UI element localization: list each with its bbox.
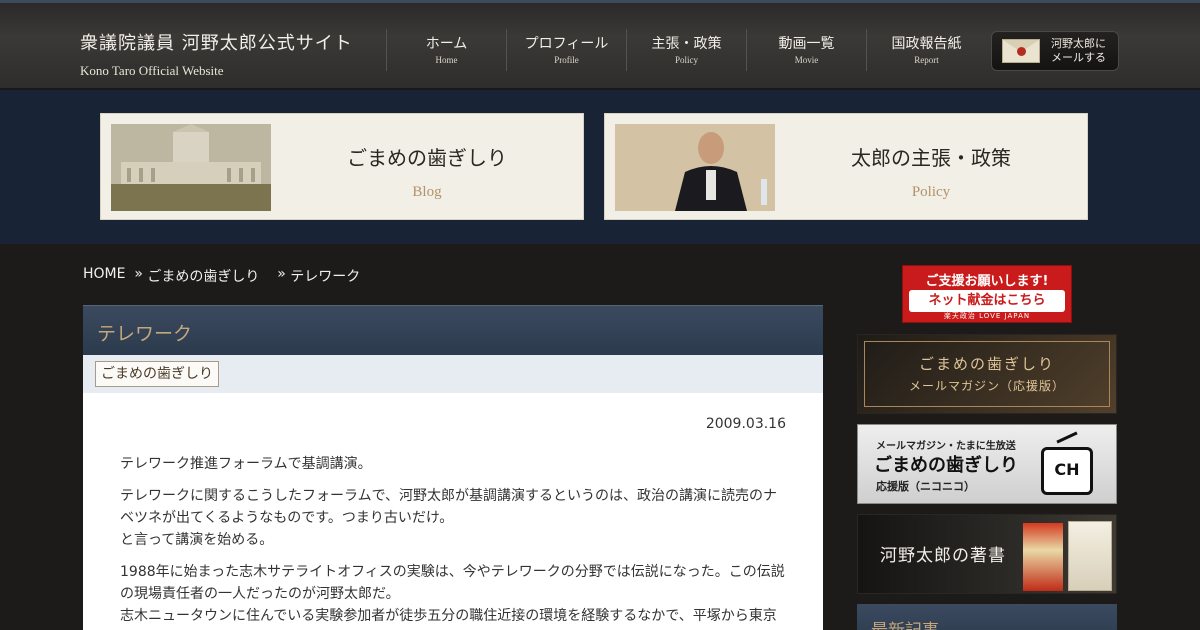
nav-item-home[interactable]: ホーム Home — [386, 29, 506, 71]
post-paragraph: と言って講演を始める。 — [120, 532, 274, 548]
post-title: テレワーク — [97, 323, 193, 345]
nav-label: 主張・政策 — [651, 36, 722, 52]
donation-banner[interactable]: ご支援お願いします! ネット献金はこちら 楽天政治 LOVE JAPAN — [902, 265, 1072, 323]
diet-building-graphic — [111, 124, 271, 211]
nav-item-movie[interactable]: 動画一覧 Movie — [746, 29, 866, 71]
main-nav: ホーム Home プロフィール Profile 主張・政策 Policy 動画一… — [386, 29, 986, 71]
post-header: テレワーク — [83, 305, 823, 355]
post-body: テレワーク推進フォーラムで基調講演。 テレワークに関するこうしたフォーラムで、河… — [120, 453, 790, 630]
post-paragraph: テレワーク推進フォーラムで基調講演。 — [120, 456, 372, 472]
post-date: 2009.03.16 — [705, 416, 786, 432]
niconico-banner[interactable]: メールマガジン・たまに生放送 ごまめの歯ぎしり 応援版（ニコニコ） CH — [857, 424, 1117, 504]
niconico-tv-icon: CH — [1041, 447, 1093, 495]
speaker-photo — [615, 124, 775, 211]
breadcrumb-sep — [125, 266, 134, 286]
post-paragraph: 志木ニュータウンに住んでいる実験参加者が徒歩五分の職住近接の環境を経験するなかで… — [120, 608, 777, 624]
breadcrumb-home[interactable]: HOME — [83, 266, 125, 286]
book-cover-image — [1023, 523, 1063, 591]
feature-band: ごまめの歯ぎしり Blog 太郎の主張・政策 Policy — [0, 90, 1200, 244]
mail-button-label: 河野太郎に メールする — [1051, 37, 1106, 65]
book-cover-image — [1068, 521, 1112, 591]
post-paragraph: テレワークに関するこうしたフォーラムで、河野太郎が基調講演するというのは、政治の… — [120, 485, 790, 529]
site-title[interactable]: 衆議院議員 河野太郎公式サイト — [80, 29, 353, 55]
nav-item-profile[interactable]: プロフィール Profile — [506, 29, 626, 71]
site-subtitle: Kono Taro Official Website — [80, 63, 224, 78]
speaker-graphic — [615, 124, 775, 211]
nav-label: ホーム — [425, 36, 468, 52]
donate-heading: ご支援お願いします! — [925, 274, 1049, 289]
banner-title: 河野太郎の著書 — [880, 546, 1006, 566]
diet-building-image — [111, 124, 271, 211]
latest-posts-heading: 最新記事 — [857, 604, 1117, 630]
nav-item-report[interactable]: 国政報告紙 Report — [866, 29, 986, 71]
nav-label: 動画一覧 — [778, 36, 835, 52]
nav-sublabel: Profile — [554, 55, 579, 65]
breadcrumb-current: テレワーク — [290, 269, 361, 285]
nav-sublabel: Home — [435, 55, 458, 65]
breadcrumb-sep: » — [277, 266, 286, 282]
books-banner[interactable]: 河野太郎の著書 — [857, 514, 1117, 594]
policy-card[interactable]: 太郎の主張・政策 Policy — [604, 113, 1088, 220]
donate-footer: 楽天政治 LOVE JAPAN — [943, 312, 1031, 320]
card-title: 太郎の主張・政策 — [851, 146, 1011, 170]
nav-label: 国政報告紙 — [891, 36, 962, 52]
nav-sublabel: Policy — [674, 55, 698, 65]
banner-caption: メールマガジン・たまに生放送 — [876, 441, 1016, 452]
nav-sublabel: Movie — [794, 55, 819, 65]
category-tag[interactable]: ごまめの歯ぎしり — [95, 361, 219, 387]
banner-subtitle: 応援版（ニコニコ） — [876, 480, 975, 493]
breadcrumb-sep: » — [134, 266, 143, 282]
envelope-icon — [1002, 39, 1040, 63]
card-subtitle: Blog — [412, 184, 442, 200]
post-text: テレワークに関するこうしたフォーラムで、河野太郎が基調講演するというのは、政治の… — [120, 488, 778, 526]
post-paragraph: 1988年に始まった志木サテライトオフィスの実験は、今やテレワークの分野では伝説… — [120, 564, 785, 602]
card-title: ごまめの歯ぎしり — [347, 146, 507, 170]
banner-subtitle: メールマガジン（応援版） — [908, 379, 1065, 393]
blog-post: テレワーク ごまめの歯ぎしり 2009.03.16 テレワーク推進フォーラムで基… — [83, 305, 823, 630]
card-subtitle: Policy — [911, 184, 951, 200]
mail-line-2: メールする — [1051, 51, 1106, 64]
breadcrumb: HOME » ごまめの歯ぎしり » テレワーク — [83, 266, 360, 286]
nav-label: プロフィール — [524, 36, 609, 52]
mail-button[interactable]: 河野太郎に メールする — [991, 31, 1119, 71]
breadcrumb-sep — [259, 266, 277, 286]
banner-frame — [864, 341, 1110, 407]
section-heading: 最新記事 — [871, 616, 939, 630]
site-header: 衆議院議員 河野太郎公式サイト Kono Taro Official Websi… — [0, 0, 1200, 90]
blog-card[interactable]: ごまめの歯ぎしり Blog — [100, 113, 584, 220]
banner-title: ごまめの歯ぎしり — [874, 455, 1018, 476]
donate-button-label: ネット献金はこちら — [909, 290, 1065, 312]
mail-magazine-banner[interactable]: ごまめの歯ぎしり メールマガジン（応援版） — [857, 334, 1117, 414]
banner-title: ごまめの歯ぎしり — [918, 355, 1055, 373]
breadcrumb-blog[interactable]: ごまめの歯ぎしり — [147, 266, 259, 286]
category-bar: ごまめの歯ぎしり — [83, 355, 823, 393]
nav-sublabel: Report — [914, 55, 939, 65]
nav-item-policy[interactable]: 主張・政策 Policy — [626, 29, 746, 71]
mail-line-1: 河野太郎に — [1051, 37, 1106, 50]
